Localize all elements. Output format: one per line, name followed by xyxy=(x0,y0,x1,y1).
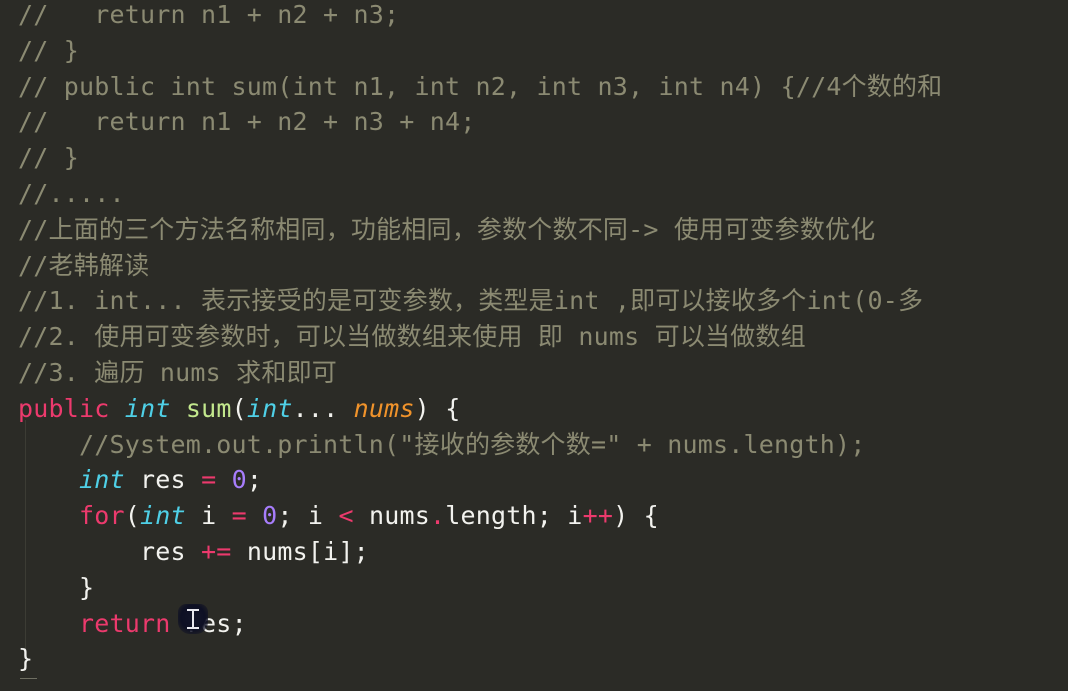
variable-i: i xyxy=(567,501,583,531)
code-line-6[interactable]: //..... xyxy=(0,176,1068,212)
code-line-10[interactable]: //2. 使用可变参数时，可以当做数组来使用 即 nums 可以当做数组 xyxy=(0,319,1068,355)
code-line-15[interactable]: for(int i = 0; i < nums.length; i++) { xyxy=(0,498,1068,534)
number-literal: 0 xyxy=(262,501,278,531)
semicolon: ; xyxy=(353,536,369,566)
number-literal: 0 xyxy=(231,465,247,495)
comment-token: // return n1 + n2 + n3 + n4; xyxy=(18,107,476,137)
matching-brace-underline xyxy=(20,678,37,679)
code-line-18[interactable]: return res; xyxy=(0,606,1068,642)
comment-token: //1. int... 表示接受的是可变参数，类型是int ,即可以接收多个in… xyxy=(18,286,924,316)
code-line-11[interactable]: //3. 遍历 nums 求和即可 xyxy=(0,355,1068,391)
code-line-19[interactable]: } xyxy=(0,641,1068,677)
code-line-3[interactable]: // public int sum(int n1, int n2, int n3… xyxy=(0,69,1068,105)
operator-plus-assign: += xyxy=(201,536,232,566)
operator-assign: = xyxy=(231,501,247,531)
comment-token: //..... xyxy=(18,178,125,208)
comment-token: // return n1 + n2 + n3; xyxy=(18,0,400,29)
type-int: int xyxy=(140,501,186,531)
bracket-close: ] xyxy=(338,536,354,566)
paren-open: ( xyxy=(231,393,247,423)
method-name-sum: sum xyxy=(185,393,232,423)
comment-token: //2. 使用可变参数时，可以当做数组来使用 即 nums 可以当做数组 xyxy=(18,322,806,352)
brace-open: { xyxy=(643,501,659,531)
bracket-open: [ xyxy=(307,536,324,566)
varargs-ellipsis: ... xyxy=(292,393,339,423)
code-editor-viewport[interactable]: // return n1 + n2 + n3; // } // public i… xyxy=(0,0,1068,691)
comment-token: // } xyxy=(18,143,80,173)
operator-less-than: < xyxy=(338,501,354,531)
dot-operator: . xyxy=(430,501,446,531)
code-line-2[interactable]: // } xyxy=(0,33,1068,69)
comment-token: //System.out.println("接收的参数个数=" + nums.l… xyxy=(79,429,866,459)
variable-i: i xyxy=(323,536,339,566)
variable-res: res xyxy=(140,465,186,495)
code-line-4[interactable]: // return n1 + n2 + n3 + n4; xyxy=(0,104,1068,140)
brace-close: } xyxy=(18,644,34,674)
comment-token: // } xyxy=(18,35,80,65)
operator-increment: ++ xyxy=(582,501,614,531)
semicolon: ; xyxy=(277,501,308,531)
type-int: int xyxy=(246,393,293,423)
variable-res: res xyxy=(185,608,232,638)
semicolon: ; xyxy=(231,608,247,638)
code-line-8[interactable]: //老韩解读 xyxy=(0,248,1068,284)
keyword-for: for xyxy=(79,501,125,531)
variable-res: res xyxy=(140,536,186,566)
brace-close: } xyxy=(79,572,95,602)
paren-open: ( xyxy=(124,501,141,531)
paren-close: ) xyxy=(414,393,430,423)
semicolon: ; xyxy=(536,501,568,531)
code-line-14[interactable]: int res = 0; xyxy=(0,462,1068,498)
variable-nums: nums xyxy=(368,501,430,531)
code-line-13[interactable]: //System.out.println("接收的参数个数=" + nums.l… xyxy=(0,427,1068,463)
code-line-17[interactable]: } xyxy=(0,570,1068,606)
operator-assign: = xyxy=(201,465,217,495)
comment-token: //老韩解读 xyxy=(18,250,150,280)
comment-token: //3. 遍历 nums 求和即可 xyxy=(18,357,337,387)
code-line-12[interactable]: public int sum(int... nums) { xyxy=(0,391,1068,427)
variable-nums: nums xyxy=(246,536,308,566)
comment-token: //上面的三个方法名称相同，功能相同，参数个数不同-> 使用可变参数优化 xyxy=(18,214,876,244)
keyword-public: public xyxy=(18,393,110,423)
type-int: int xyxy=(79,465,125,495)
variable-i: i xyxy=(201,501,217,531)
type-int: int xyxy=(124,393,171,423)
semicolon: ; xyxy=(246,465,263,495)
paren-close: ) xyxy=(613,501,629,531)
code-area[interactable]: // return n1 + n2 + n3; // } // public i… xyxy=(0,0,1068,677)
property-length: length xyxy=(445,501,537,531)
code-line-16[interactable]: res += nums[i]; xyxy=(0,534,1068,570)
code-line-7[interactable]: //上面的三个方法名称相同，功能相同，参数个数不同-> 使用可变参数优化 xyxy=(0,212,1068,248)
keyword-return: return xyxy=(79,608,171,638)
code-line-1[interactable]: // return n1 + n2 + n3; xyxy=(0,0,1068,33)
parameter-nums: nums xyxy=(353,393,415,423)
code-line-5[interactable]: // } xyxy=(0,140,1068,176)
brace-open: { xyxy=(445,393,461,423)
comment-token: // public int sum(int n1, int n2, int n3… xyxy=(18,71,943,101)
variable-i: i xyxy=(307,501,324,531)
code-line-9[interactable]: //1. int... 表示接受的是可变参数，类型是int ,即可以接收多个in… xyxy=(0,283,1068,319)
